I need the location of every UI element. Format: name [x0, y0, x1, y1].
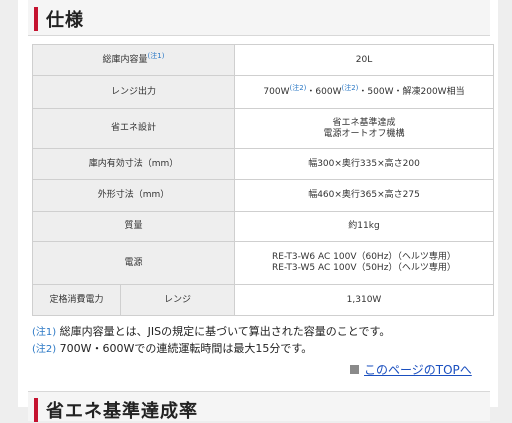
footnotes: (注1) 総庫内容量とは、JISの規定に基づいて算出された容量のことです。 (注… [32, 324, 390, 358]
heading-accent-bar [34, 7, 38, 31]
table-row: 総庫内容量(注1) 20L [32, 44, 494, 76]
section-heading-eco: 省エネ基準達成率 [28, 391, 490, 422]
spec-label-weight: 質量 [32, 211, 235, 242]
section-title: 仕様 [46, 10, 84, 31]
table-row: 定格消費電力 レンジ 1,310W [32, 284, 494, 316]
spec-value-eco: 省エネ基準達成 電源オートオフ機構 [234, 108, 494, 149]
spec-table: 総庫内容量(注1) 20L レンジ出力 700W(注2)・600W(注2)・50… [32, 44, 494, 316]
heading-accent-bar [34, 398, 38, 422]
table-row: レンジ出力 700W(注2)・600W(注2)・500W・解凍200W相当 [32, 75, 494, 109]
note2-ref[interactable]: (注2) [342, 84, 359, 92]
square-bullet-icon [350, 365, 359, 374]
spec-sublabel-microwave: レンジ [120, 284, 235, 316]
table-row: 外形寸法（mm） 幅460×奥行365×高さ275 [32, 179, 494, 212]
spec-value-weight: 約11kg [234, 211, 494, 242]
spec-label-capacity: 総庫内容量(注1) [32, 44, 235, 76]
table-row: 庫内有効寸法（mm） 幅300×奥行335×高さ200 [32, 148, 494, 180]
spec-label-eco: 省エネ設計 [32, 108, 235, 149]
spec-value-output: 700W(注2)・600W(注2)・500W・解凍200W相当 [234, 75, 494, 109]
page-top-link[interactable]: このページのTOPへ [350, 361, 472, 378]
spec-value-rated-power: 1,310W [234, 284, 494, 316]
spec-label-rated-power: 定格消費電力 [32, 284, 121, 316]
table-row: 電源 RE-T3-W6 AC 100V（60Hz）（ヘルツ専用） RE-T3-W5… [32, 241, 494, 285]
next-section-title: 省エネ基準達成率 [46, 401, 198, 422]
spec-value-exterior: 幅460×奥行365×高さ275 [234, 179, 494, 212]
table-row: 省エネ設計 省エネ基準達成 電源オートオフ機構 [32, 108, 494, 149]
footnote-2: (注2) 700W・600Wでの連続運転時間は最大15分です。 [32, 342, 313, 355]
spec-label-output: レンジ出力 [32, 75, 235, 109]
spec-value-power: RE-T3-W6 AC 100V（60Hz）（ヘルツ専用） RE-T3-W5 AC… [234, 241, 494, 285]
note1-ref[interactable]: (注1) [148, 52, 165, 60]
spec-label-exterior: 外形寸法（mm） [32, 179, 235, 212]
table-row: 質量 約11kg [32, 211, 494, 242]
section-heading-spec: 仕様 [28, 0, 490, 36]
spec-value-interior: 幅300×奥行335×高さ200 [234, 148, 494, 180]
spec-value-capacity: 20L [234, 44, 494, 76]
spec-label-interior: 庫内有効寸法（mm） [32, 148, 235, 180]
footnote-1: (注1) 総庫内容量とは、JISの規定に基づいて算出された容量のことです。 [32, 325, 391, 338]
spec-label-power: 電源 [32, 241, 235, 285]
note2-ref[interactable]: (注2) [290, 84, 307, 92]
